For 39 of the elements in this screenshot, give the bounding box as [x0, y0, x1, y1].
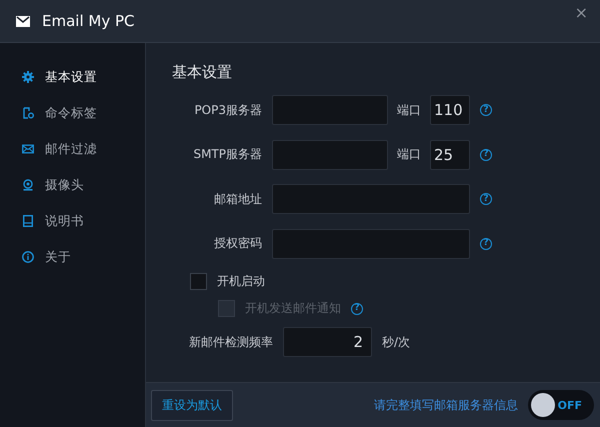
sidebar-item[interactable]: 基本设置 — [0, 59, 145, 95]
info-icon — [22, 251, 34, 263]
section-heading: 基本设置 — [172, 63, 233, 82]
port-field[interactable]: 25 — [430, 140, 470, 170]
webcam-icon — [22, 179, 34, 191]
unit-label: 秒/次 — [382, 334, 410, 350]
sidebar-item[interactable]: 命令标签 — [0, 95, 145, 131]
field-label: SMTP服务器 — [192, 146, 262, 163]
text-field[interactable] — [272, 228, 470, 258]
server-field[interactable] — [272, 140, 388, 170]
server-field[interactable] — [272, 95, 388, 125]
port-field[interactable]: 110 — [430, 95, 470, 125]
port-label: 端口 — [396, 102, 422, 118]
field-label: 新邮件检测频率 — [189, 334, 273, 350]
port-label: 端口 — [396, 146, 422, 163]
checkbox-label: 开机发送邮件通知 — [245, 300, 341, 317]
gear-icon — [22, 71, 34, 83]
sidebar-item[interactable]: 邮件过滤 — [0, 131, 145, 167]
envelope-icon — [16, 16, 30, 26]
close-button[interactable]: × — [574, 3, 588, 22]
help-button[interactable]: ? — [480, 193, 492, 205]
sidebar-item[interactable]: 摄像头 — [0, 167, 145, 203]
text-field[interactable] — [272, 184, 470, 214]
field-label: POP3服务器 — [193, 102, 262, 118]
status-message: 请完整填写邮箱服务器信息 — [374, 396, 518, 414]
field-label: 邮箱地址 — [213, 190, 262, 208]
number-field[interactable]: 2 — [283, 327, 372, 357]
checkbox[interactable] — [190, 273, 207, 290]
document-gear-icon — [22, 107, 34, 119]
help-button[interactable]: ? — [480, 104, 492, 116]
sidebar-item[interactable]: 说明书 — [0, 203, 145, 239]
reset-button[interactable]: 重设为默认 — [151, 390, 233, 420]
book-icon — [22, 215, 34, 227]
field-label: 授权密码 — [213, 235, 262, 252]
checkbox-label: 开机启动 — [217, 273, 265, 290]
envelope-icon — [22, 143, 34, 155]
sidebar-item[interactable]: 关于 — [0, 239, 145, 275]
window-title: Email My PC — [42, 12, 134, 30]
toggle-switch[interactable]: OFF — [528, 390, 594, 420]
